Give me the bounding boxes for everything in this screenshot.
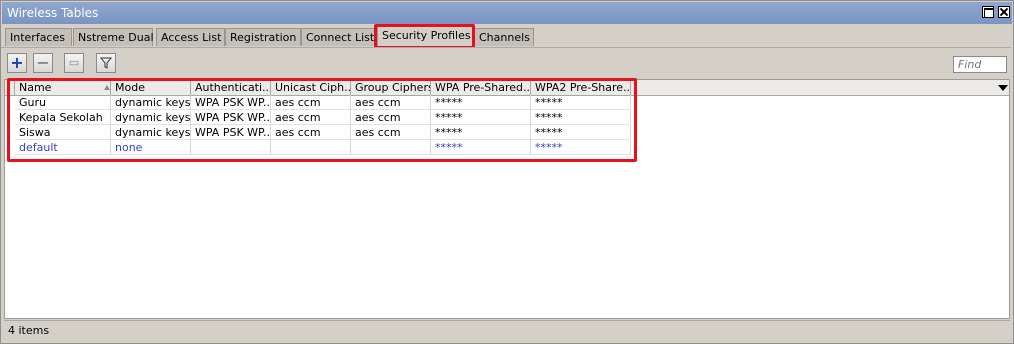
status-bar: 4 items [4,320,1010,339]
filter-button[interactable] [96,53,116,73]
add-button[interactable]: + [7,53,27,73]
table-highlight [7,78,637,162]
title-bar[interactable]: Wireless Tables [2,2,1012,24]
maximize-icon[interactable] [982,6,994,18]
close-icon[interactable] [998,6,1010,18]
security-profiles-highlight [374,24,475,49]
filter-icon [99,57,113,69]
tab-registration[interactable]: Registration [225,28,301,46]
tab-connect-list[interactable]: Connect List [301,28,376,46]
remove-button[interactable]: − [33,53,53,73]
toolbar [1,47,1011,80]
find-input[interactable] [953,56,1007,73]
tab-access-list[interactable]: Access List [156,28,225,46]
minus-icon: − [36,53,50,72]
item-count: 4 items [8,324,50,337]
window-title: Wireless Tables [7,6,99,20]
comment-icon: ▭ [68,56,80,69]
plus-icon: + [10,53,24,72]
tab-interfaces[interactable]: Interfaces [5,28,72,46]
tab-channels[interactable]: Channels [474,28,534,46]
comment-button[interactable]: ▭ [64,53,84,73]
column-chooser-icon[interactable] [998,85,1008,91]
tab-nstreme-dual[interactable]: Nstreme Dual [73,28,154,46]
